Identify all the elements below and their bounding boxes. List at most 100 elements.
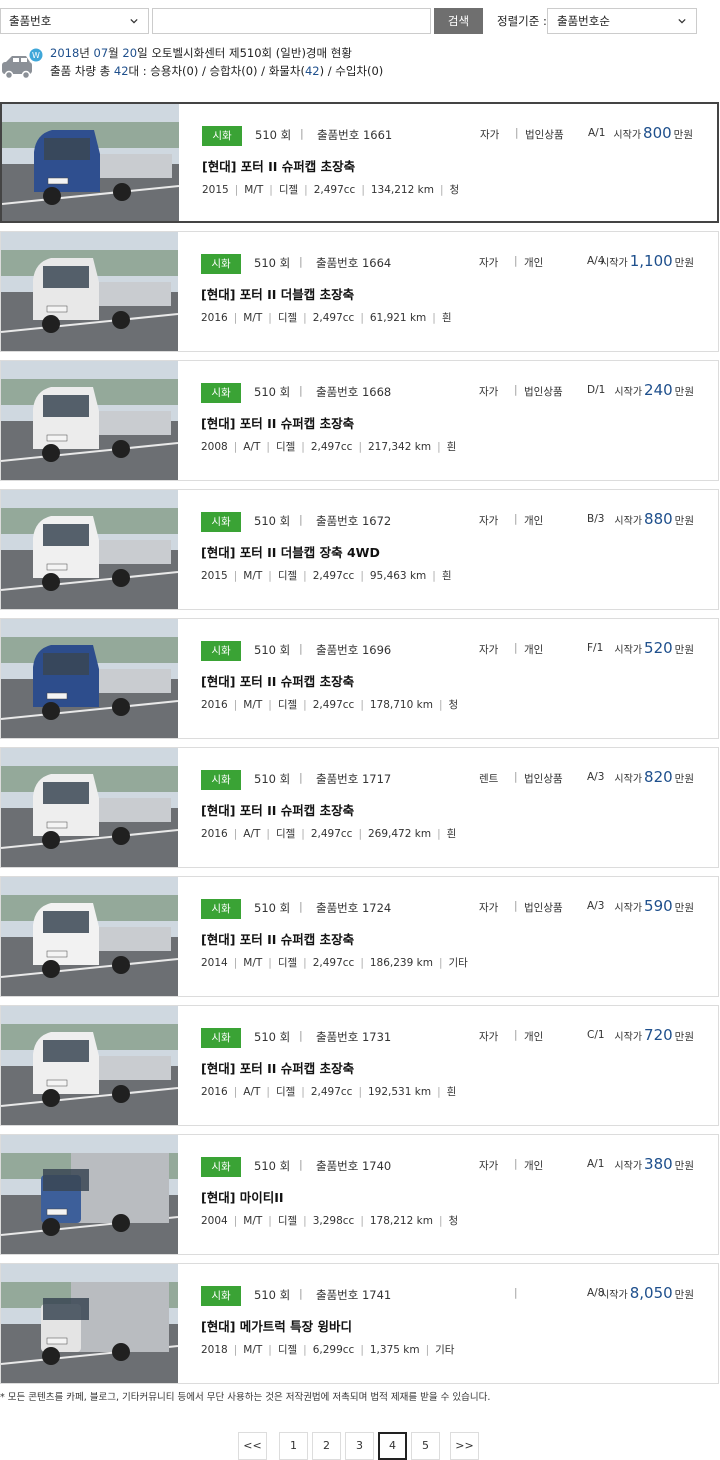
page-4-button-current[interactable]: 4	[378, 1432, 407, 1460]
separator: |	[299, 1029, 303, 1042]
separator: |	[299, 513, 303, 526]
vehicle-title[interactable]: [현대] 포터 II 더블캡 장축 4WD	[201, 542, 380, 561]
vehicle-photo[interactable]	[1, 232, 178, 351]
spec-year: 2016	[201, 699, 228, 711]
vehicle-title[interactable]: [현대] 포터 II 슈퍼캡 초장축	[202, 156, 355, 175]
spec-color: 청	[448, 1215, 459, 1227]
page-prev-button[interactable]: <<	[238, 1432, 267, 1460]
vehicle-specs: 2004 | M/T | 디젤 | 3,298cc | 178,212 km | 청	[201, 1215, 459, 1227]
page-3-button[interactable]: 3	[345, 1432, 374, 1460]
separator: |	[299, 384, 303, 397]
auction-round: 510 회	[254, 1159, 291, 1173]
spec-mileage: 134,212 km	[370, 184, 434, 196]
spec-fuel: 디젤	[277, 1215, 298, 1227]
vehicle-card[interactable]: 시화 510 회 | 출품번호 1664 자가 | 개인 A/4 시작가 1,100 만원 [현대] …	[0, 231, 719, 352]
lot-number: 출품번호 1696	[316, 643, 392, 657]
start-price: 시작가 800 만원	[613, 124, 693, 142]
vehicle-card[interactable]: 시화 510 회 | 출품번호 1672 자가 | 개인 B/3 시작가 880 만원 [현대] 포터…	[0, 489, 719, 610]
vehicle-photo[interactable]	[1, 877, 178, 996]
spec-transmission: M/T	[243, 570, 263, 582]
spec-year: 2014	[201, 957, 228, 969]
page-next-button[interactable]: >>	[450, 1432, 479, 1460]
vehicle-title[interactable]: [현대] 포터 II 슈퍼캡 초장축	[201, 671, 354, 690]
search-input[interactable]	[152, 8, 431, 34]
spec-transmission: M/T	[244, 184, 264, 196]
vehicle-card[interactable]: 시화 510 회 | 출품번호 1740 자가 | 개인 A/1 시작가 380 만원 [현대] 마이…	[0, 1134, 719, 1255]
page-5-button[interactable]: 5	[411, 1432, 440, 1460]
vehicle-title[interactable]: [현대] 포터 II 더블캡 초장축	[201, 284, 354, 303]
location-badge: 시화	[202, 126, 242, 146]
vehicle-photo[interactable]	[2, 104, 179, 221]
location-badge: 시화	[201, 1028, 241, 1048]
lot-number: 출품번호 1740	[316, 1159, 392, 1173]
seller-type: 법인상품	[524, 902, 563, 914]
vehicle-specs: 2016 | M/T | 디젤 | 2,497cc | 178,710 km | 청	[201, 699, 459, 711]
page-2-button[interactable]: 2	[312, 1432, 341, 1460]
spec-fuel: 디젤	[275, 1086, 296, 1098]
vehicle-photo[interactable]	[1, 1135, 178, 1254]
vehicle-title[interactable]: [현대] 포터 II 슈퍼캡 초장축	[201, 800, 354, 819]
spec-color: 기타	[448, 957, 468, 969]
vehicle-card[interactable]: 시화 510 회 | 출품번호 1717 렌트 | 법인상품 A/3 시작가 820 만원 [현대] …	[0, 747, 719, 868]
vehicle-title[interactable]: [현대] 메가트럭 특장 윙바디	[201, 1316, 352, 1335]
sort-select[interactable]: 출품번호순	[547, 8, 697, 34]
vehicle-photo[interactable]	[1, 361, 178, 480]
spec-color: 흰	[446, 828, 457, 840]
vehicle-card[interactable]: 시화 510 회 | 출품번호 1731 자가 | 개인 C/1 시작가 720 만원 [현대] 포터…	[0, 1005, 719, 1126]
vehicle-title[interactable]: [현대] 마이티II	[201, 1187, 284, 1206]
spec-fuel: 디젤	[277, 570, 298, 582]
vehicle-photo[interactable]	[1, 490, 178, 609]
grade: B/3	[587, 513, 605, 525]
summary-count-line: 출품 차량 총 42대 : 승용차(0) / 승합차(0) / 화물차(42) …	[50, 64, 384, 78]
auction-round: 510 회	[254, 514, 291, 528]
grade: A/1	[587, 1158, 605, 1170]
vehicle-photo[interactable]	[1, 1006, 178, 1125]
spec-fuel: 디젤	[275, 441, 296, 453]
spec-transmission: A/T	[243, 1086, 261, 1098]
spec-displacement: 2,497cc	[312, 699, 355, 711]
search-button[interactable]: 검색	[434, 8, 483, 34]
vehicle-title[interactable]: [현대] 포터 II 슈퍼캡 초장축	[201, 413, 354, 432]
vehicle-card[interactable]: 시화 510 회 | 출품번호 1724 자가 | 법인상품 A/3 시작가 590 만원 [현대] …	[0, 876, 719, 997]
lot-number: 출품번호 1668	[316, 385, 392, 399]
spec-fuel: 디젤	[277, 312, 298, 324]
vehicle-photo[interactable]	[1, 1264, 178, 1383]
spec-fuel: 디젤	[278, 184, 299, 196]
spec-displacement: 2,497cc	[312, 312, 355, 324]
vehicle-card[interactable]: 시화 510 회 | 출품번호 1741 | A/8 시작가 8,050 만원 [현대] 메가트럭…	[0, 1263, 719, 1384]
svg-text:W: W	[32, 51, 40, 60]
vehicle-card[interactable]: 시화 510 회 | 출품번호 1696 자가 | 개인 F/1 시작가 520 만원 [현대] 포터…	[0, 618, 719, 739]
spec-transmission: M/T	[243, 699, 263, 711]
vehicle-title[interactable]: [현대] 포터 II 슈퍼캡 초장축	[201, 929, 354, 948]
auction-round: 510 회	[254, 385, 291, 399]
separator: |	[515, 127, 519, 139]
vehicle-specs: 2016 | M/T | 디젤 | 2,497cc | 61,921 km | 흰	[201, 312, 452, 324]
separator: |	[514, 771, 518, 783]
vehicle-card[interactable]: 시화 510 회 | 출품번호 1661 자가 | 법인상품 A/1 시작가 800 만원 [현대] …	[0, 102, 719, 223]
separator: |	[514, 1029, 518, 1041]
vehicle-title[interactable]: [현대] 포터 II 슈퍼캡 초장축	[201, 1058, 354, 1077]
vehicle-specs: 2016 | A/T | 디젤 | 2,497cc | 269,472 km | 흰	[201, 828, 457, 840]
lot-number: 출품번호 1664	[316, 256, 392, 270]
search-field-select[interactable]: 출품번호	[0, 8, 149, 34]
usage-type: 자가	[479, 515, 499, 527]
search-field-select-label: 출품번호	[9, 14, 52, 28]
auction-round: 510 회	[254, 901, 291, 915]
start-price: 시작가 880 만원	[614, 510, 694, 528]
lot-number: 출품번호 1724	[316, 901, 392, 915]
summary-date-line: 2018년 07월 20일 오토벨시화센터 제510회 (일반)경매 현황	[50, 46, 352, 60]
vehicle-photo[interactable]	[1, 748, 178, 867]
separator: |	[299, 1158, 303, 1171]
page-1-button[interactable]: 1	[279, 1432, 308, 1460]
spec-color: 흰	[441, 312, 452, 324]
auction-round: 510 회	[254, 772, 291, 786]
separator: |	[514, 1158, 518, 1170]
spec-year: 2016	[201, 312, 228, 324]
spec-color: 청	[449, 184, 460, 196]
vehicle-photo[interactable]	[1, 619, 178, 738]
spec-mileage: 61,921 km	[369, 312, 427, 324]
separator: |	[299, 255, 303, 268]
spec-fuel: 디젤	[275, 828, 296, 840]
vehicle-card[interactable]: 시화 510 회 | 출품번호 1668 자가 | 법인상품 D/1 시작가 240 만원 [현대] …	[0, 360, 719, 481]
separator: |	[299, 642, 303, 655]
